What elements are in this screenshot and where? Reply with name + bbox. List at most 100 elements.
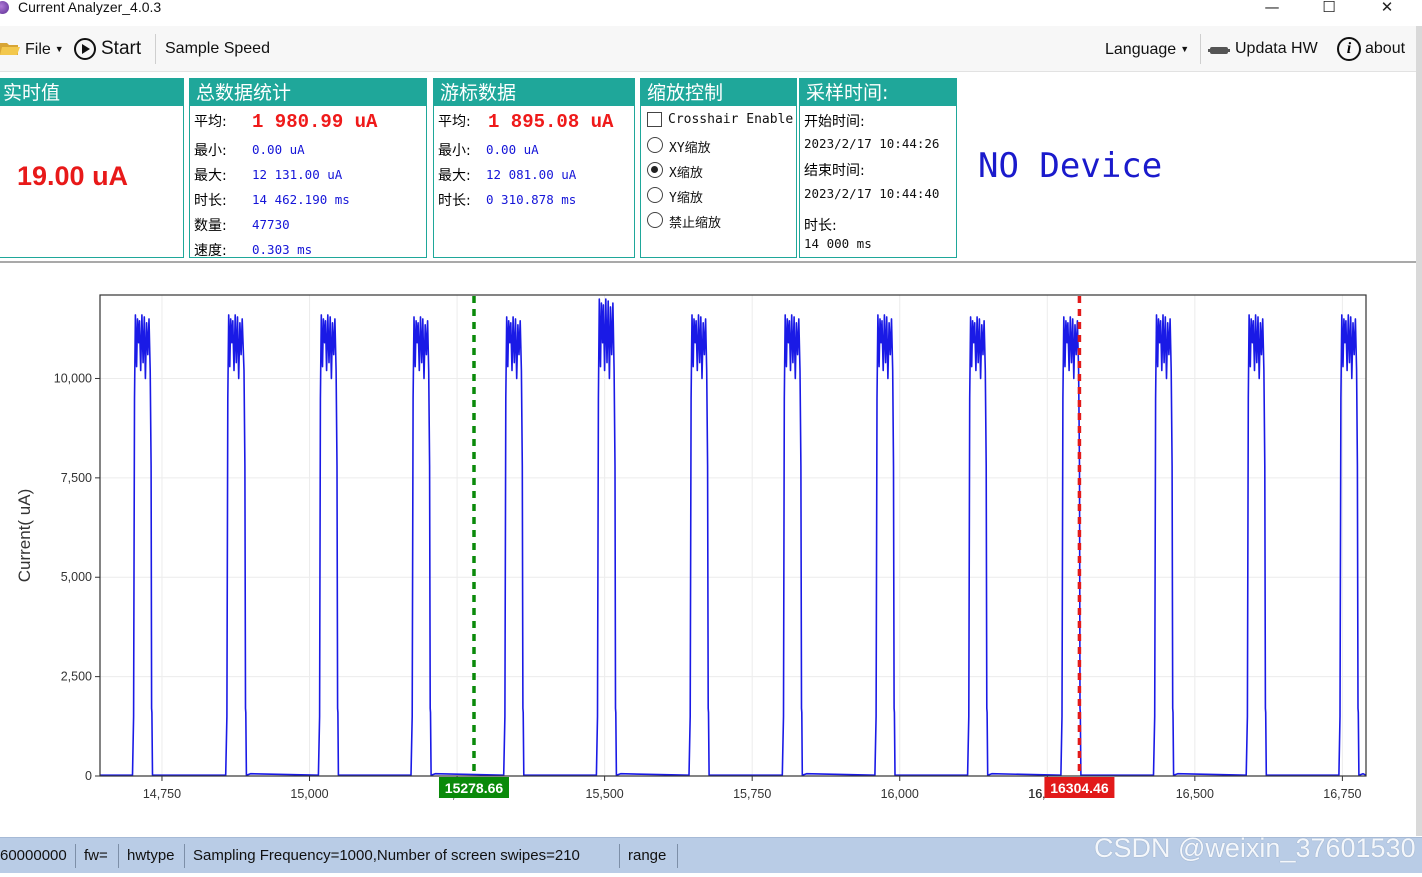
chevron-down-icon: ▼	[1180, 44, 1190, 54]
duration-value: 0 310.878 ms	[486, 192, 577, 207]
folder-icon[interactable]	[0, 40, 20, 56]
info-icon[interactable]: i	[1337, 37, 1361, 61]
app-icon	[0, 1, 9, 14]
duration-value: 14 462.190 ms	[252, 192, 350, 207]
realtime-panel-title: 实时值	[0, 79, 183, 106]
minimize-button[interactable]: —	[1249, 0, 1295, 20]
x-tick-label: 15,500	[586, 787, 624, 801]
panel-divider	[0, 261, 1422, 263]
min-label: 最小:	[194, 143, 227, 159]
cursor-data-panel: 游标数据 平均: 1 895.08 uA 最小: 0.00 uA 最大: 12 …	[433, 78, 635, 258]
xy-zoom-label[interactable]: XY缩放	[669, 137, 711, 156]
status-divider	[75, 844, 76, 868]
toolbar-divider	[1200, 34, 1201, 64]
x-tick-label: 14,750	[143, 787, 181, 801]
current-trace	[100, 298, 1367, 776]
play-icon[interactable]	[74, 38, 96, 60]
status-divider	[184, 844, 185, 868]
plot-frame	[99, 294, 1367, 777]
max-value: 12 131.00 uA	[252, 167, 343, 182]
y-zoom-radio[interactable]	[647, 187, 663, 203]
start-time-value: 2023/2/17 10:44:26	[804, 136, 940, 151]
duration-label: 时长:	[438, 193, 471, 209]
about-button[interactable]: about	[1365, 26, 1405, 72]
maximize-button[interactable]: ☐	[1306, 0, 1352, 20]
device-status: NO Device	[978, 146, 1163, 186]
y-tick-label: 10,000	[54, 371, 92, 385]
y-tick-label: 7,500	[61, 471, 92, 485]
language-menu-label: Language	[1105, 41, 1177, 58]
sample-time-title: 采样时间:	[800, 79, 956, 106]
status-item: Sampling Frequency=1000,Number of screen…	[193, 847, 580, 864]
x-tick-label: 16,000	[881, 787, 919, 801]
no-zoom-radio[interactable]	[647, 212, 663, 228]
total-stats-panel: 总数据统计 平均: 1 980.99 uA 最小: 0.00 uA 最大: 12…	[189, 78, 427, 259]
count-label: 数量:	[194, 218, 227, 234]
close-button[interactable]: ✕	[1364, 0, 1410, 20]
zoom-control-title: 缩放控制	[641, 79, 796, 106]
language-menu[interactable]: Language ▼	[1105, 26, 1189, 72]
max-label: 最大:	[438, 168, 471, 184]
max-label: 最大:	[194, 168, 227, 184]
crosshair-checkbox[interactable]	[647, 112, 662, 127]
sample-duration-label: 时长:	[804, 218, 837, 234]
min-value: 0.00 uA	[486, 142, 539, 157]
crosshair-label[interactable]: Crosshair Enable	[668, 112, 793, 127]
current-chart[interactable]: 02,5005,0007,50010,00014,75015,00015,250…	[0, 264, 1416, 836]
sample-speed-button[interactable]: Sample Speed	[165, 26, 270, 72]
chevron-down-icon: ▼	[54, 44, 64, 54]
window-edge	[1416, 26, 1422, 836]
watermark: CSDN @weixin_37601530	[1094, 833, 1416, 863]
end-time-label: 结束时间:	[804, 163, 865, 179]
avg-value: 1 895.08 uA	[488, 111, 614, 133]
status-divider	[677, 844, 678, 868]
y-tick-label: 2,500	[61, 670, 92, 684]
status-item: fw=	[84, 847, 108, 864]
cursor-data-title: 游标数据	[434, 79, 634, 106]
status-item: range	[628, 847, 667, 864]
start-time-label: 开始时间:	[804, 114, 865, 130]
toolbar: File ▼ Start Sample Speed Language ▼ Updat…	[0, 26, 1416, 72]
y-axis-label: Current( uA)	[15, 489, 34, 583]
x-tick-label: 15,000	[290, 787, 328, 801]
y-tick-label: 5,000	[61, 570, 92, 584]
x-zoom-label[interactable]: X缩放	[669, 162, 703, 181]
min-value: 0.00 uA	[252, 142, 305, 157]
avg-label: 平均:	[194, 114, 227, 130]
title-bar: Current Analyzer_4.0.3 — ☐ ✕	[0, 0, 1422, 22]
duration-label: 时长:	[194, 193, 227, 209]
realtime-panel: 实时值 19.00 uA	[0, 78, 184, 258]
status-divider	[118, 844, 119, 868]
count-value: 47730	[252, 217, 290, 232]
cursor-label-a: 15278.66	[445, 780, 504, 796]
file-menu-label: File	[25, 41, 51, 58]
x-tick-label: 16,500	[1176, 787, 1214, 801]
zoom-control-panel: 缩放控制 Crosshair Enable XY缩放 X缩放 Y缩放 禁止缩放	[640, 78, 797, 258]
x-tick-label: 16,750	[1323, 787, 1361, 801]
file-menu[interactable]: File ▼	[25, 26, 64, 72]
y-tick-label: 0	[85, 769, 92, 783]
x-tick-label: 15,750	[733, 787, 771, 801]
end-time-value: 2023/2/17 10:44:40	[804, 186, 940, 201]
total-stats-title: 总数据统计	[190, 79, 426, 106]
status-item: hwtype	[127, 847, 175, 864]
no-zoom-label[interactable]: 禁止缩放	[669, 212, 721, 231]
x-zoom-radio[interactable]	[647, 162, 663, 178]
sample-duration-value: 14 000 ms	[804, 236, 872, 251]
y-zoom-label[interactable]: Y缩放	[669, 187, 703, 206]
window-title: Current Analyzer_4.0.3	[18, 0, 162, 15]
avg-value: 1 980.99 uA	[252, 111, 378, 133]
toolbar-divider	[155, 34, 156, 64]
x-tick-label-partial: 16	[1029, 787, 1043, 801]
sample-time-panel: 采样时间: 开始时间: 2023/2/17 10:44:26 结束时间: 202…	[799, 78, 957, 258]
min-label: 最小:	[438, 143, 471, 159]
hardware-icon	[1208, 47, 1230, 54]
max-value: 12 081.00 uA	[486, 167, 577, 182]
update-hw-button[interactable]: Updata HW	[1235, 26, 1318, 72]
speed-label: 速度:	[194, 243, 227, 259]
xy-zoom-radio[interactable]	[647, 137, 663, 153]
status-divider	[619, 844, 620, 868]
start-button[interactable]: Start	[101, 26, 141, 72]
cursor-label-b: 16304.46	[1050, 780, 1109, 796]
speed-value: 0.303 ms	[252, 242, 313, 257]
